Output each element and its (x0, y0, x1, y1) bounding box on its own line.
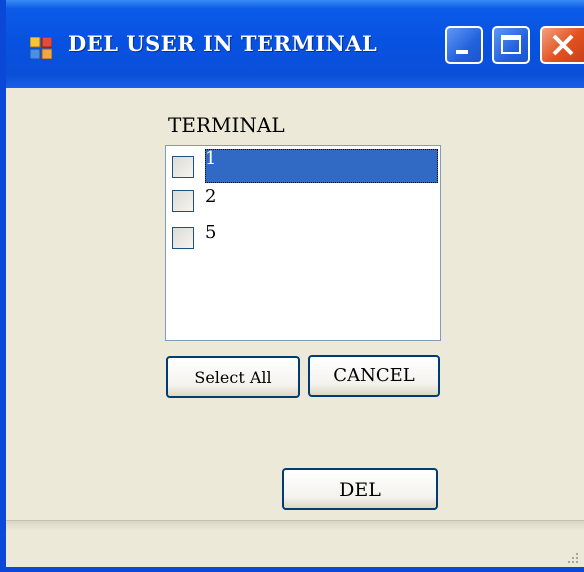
window-title: DEL USER IN TERMINAL (68, 31, 378, 56)
minimize-icon (456, 50, 468, 54)
dialog-window: DEL USER IN TERMINAL TERMINAL 1 2 5 Sele… (0, 0, 584, 572)
del-button[interactable]: DEL (282, 468, 438, 510)
list-item-label: 2 (205, 186, 217, 207)
list-item-label: 1 (205, 149, 438, 183)
status-bar (6, 520, 584, 567)
checkbox-terminal-1[interactable] (172, 156, 194, 178)
maximize-button[interactable] (492, 26, 530, 64)
close-icon (552, 34, 574, 56)
terminal-label: TERMINAL (168, 113, 285, 137)
list-item[interactable]: 2 (166, 187, 440, 219)
title-bar[interactable]: DEL USER IN TERMINAL (6, 0, 584, 88)
resize-grip-icon[interactable] (564, 549, 580, 565)
checkbox-terminal-5[interactable] (172, 227, 194, 249)
terminal-checked-list[interactable]: 1 2 5 (165, 145, 441, 341)
checkbox-terminal-2[interactable] (172, 190, 194, 212)
maximize-icon (501, 35, 521, 54)
cancel-button[interactable]: CANCEL (308, 355, 440, 397)
list-item[interactable]: 5 (166, 223, 440, 255)
list-item[interactable]: 1 (166, 149, 440, 183)
minimize-button[interactable] (445, 26, 483, 64)
close-button[interactable] (540, 26, 584, 64)
list-item-label: 5 (205, 222, 217, 243)
select-all-button[interactable]: Select All (166, 356, 300, 398)
app-icon (29, 36, 53, 60)
